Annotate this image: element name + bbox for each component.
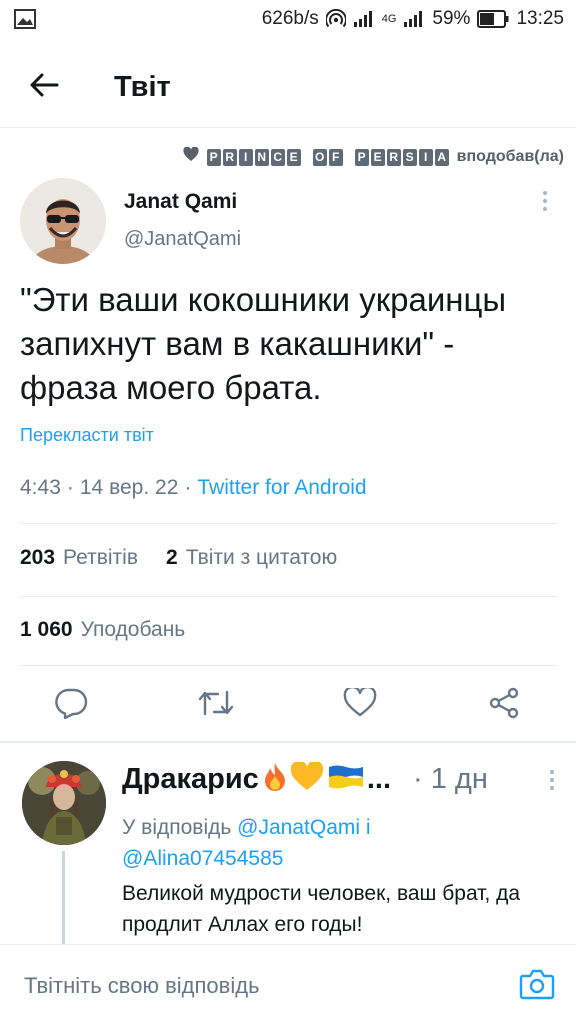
- share-icon: [487, 687, 521, 724]
- heart-icon: [343, 685, 377, 723]
- reply-header: Дракарис ... · 1 дн: [122, 760, 562, 797]
- reply-icon: [54, 687, 88, 724]
- section-separator: [0, 741, 576, 743]
- liker-name[interactable]: PRINCEOFPERSIA: [206, 148, 449, 166]
- battery-icon: [477, 10, 509, 28]
- quotes-label[interactable]: Твіти з цитатою: [186, 546, 338, 570]
- author-handle[interactable]: @JanatQami: [124, 228, 530, 251]
- liker-name-gap: [345, 149, 353, 166]
- yellow-heart-emoji-icon: [290, 760, 324, 797]
- reply-tweet[interactable]: Дракарис ... · 1 дн У відповідь @JanatQa…: [0, 756, 576, 946]
- author-display-name[interactable]: Janat Qami: [124, 190, 530, 214]
- likes-label[interactable]: Уподобань: [81, 618, 186, 642]
- reply-author-name[interactable]: Дракарис: [122, 763, 259, 796]
- likes-count[interactable]: 1 060: [20, 618, 73, 642]
- tweet-meta: 4:43 · 14 вер. 22 · Twitter for Android: [20, 476, 367, 500]
- reply-prefix: У відповідь: [122, 816, 232, 839]
- hotspot-icon: [325, 9, 346, 29]
- retweet-stats: 203 Ретвітів 2 Твіти з цитатою: [20, 546, 337, 570]
- tweet-author: Janat Qami @JanatQami: [20, 178, 560, 268]
- liker-name-letter: A: [434, 148, 449, 166]
- liker-name-letter: I: [418, 148, 433, 166]
- liker-name-letter: E: [286, 148, 301, 166]
- camera-button[interactable]: [518, 967, 556, 1005]
- quotes-count[interactable]: 2: [166, 546, 178, 570]
- mention-conjunction: і: [365, 816, 371, 839]
- reply-button[interactable]: [51, 685, 91, 725]
- liker-name-letter: P: [354, 148, 369, 166]
- reply-text: Великой мудрости человек, ваш брат, да п…: [122, 882, 521, 936]
- status-bar: 626b/s 4G 59% 13:25: [0, 0, 576, 38]
- network-type: 4G: [381, 13, 397, 25]
- signal-icon: [353, 10, 375, 28]
- liker-name-letter: S: [402, 148, 417, 166]
- tweet-time: 4:43: [20, 476, 61, 499]
- retweet-button[interactable]: [196, 685, 236, 725]
- ukraine-flag-emoji-icon: [327, 763, 365, 796]
- network-speed: 626b/s: [261, 8, 319, 29]
- reply-time: · 1 дн: [413, 763, 488, 795]
- thread-line: [62, 851, 65, 946]
- fire-emoji-icon: [263, 762, 287, 797]
- page-title: Твіт: [114, 71, 171, 103]
- gallery-notification-icon: [14, 9, 36, 29]
- liker-name-letter: I: [238, 148, 253, 166]
- liked-label: вподобав(ла): [456, 148, 564, 165]
- likes-stats: 1 060 Уподобань: [20, 618, 185, 642]
- reply-more-button[interactable]: [542, 769, 562, 791]
- battery-percent: 59%: [432, 8, 471, 29]
- arrow-left-icon: [29, 72, 59, 103]
- more-vertical-icon: [542, 190, 548, 217]
- liker-name-letter: R: [386, 148, 401, 166]
- divider: [20, 596, 558, 597]
- back-button[interactable]: [14, 58, 74, 118]
- liker-name-letter: C: [270, 148, 285, 166]
- mention-link[interactable]: @Alina07454585: [122, 847, 283, 870]
- reply-input[interactable]: Твітніть свою відповідь: [24, 973, 260, 999]
- author-avatar[interactable]: [20, 178, 106, 264]
- meta-separator: ·: [66, 476, 74, 499]
- liker-name-letter: E: [370, 148, 385, 166]
- camera-icon: [519, 968, 555, 1005]
- divider: [20, 665, 558, 666]
- tweet-actions: [0, 680, 576, 730]
- retweets-label[interactable]: Ретвітів: [63, 546, 138, 570]
- retweet-icon: [197, 688, 235, 723]
- clock: 13:25: [516, 8, 564, 29]
- tweet-text: "Эти ваши кокошники украинцы запихнут ва…: [20, 281, 507, 406]
- retweets-count[interactable]: 203: [20, 546, 55, 570]
- reply-name-ellipsis: ...: [366, 763, 391, 795]
- reply-name-emoji: [263, 760, 365, 797]
- tweet-more-button[interactable]: [530, 178, 560, 228]
- tweet-date: 14 вер. 22: [79, 476, 179, 499]
- liker-name-letter: R: [222, 148, 237, 166]
- app-header: Твіт: [0, 48, 576, 128]
- liker-name-letter: O: [312, 148, 327, 166]
- divider: [20, 523, 558, 524]
- reply-author-avatar[interactable]: [22, 761, 106, 845]
- translate-tweet-link[interactable]: Перекласти твіт: [20, 425, 154, 446]
- liker-name-letter: N: [254, 148, 269, 166]
- social-context: PRINCEOFPERSIA вподобав(ла): [0, 140, 576, 174]
- meta-separator: ·: [184, 476, 192, 499]
- share-button[interactable]: [484, 685, 524, 725]
- liker-name-letter: F: [328, 148, 343, 166]
- like-button[interactable]: [340, 685, 380, 725]
- liker-name-letter: P: [206, 148, 221, 166]
- heart-small-icon: [183, 146, 199, 167]
- liker-name-gap: [303, 149, 311, 166]
- mention-link[interactable]: @JanatQami: [237, 816, 360, 839]
- reply-compose-bar[interactable]: Твітніть свою відповідь: [0, 944, 576, 1024]
- tweet-source-link[interactable]: Twitter for Android: [197, 476, 366, 500]
- signal-icon-2: [403, 10, 425, 28]
- reply-context: У відповідь @JanatQami і @Alina07454585: [122, 812, 542, 874]
